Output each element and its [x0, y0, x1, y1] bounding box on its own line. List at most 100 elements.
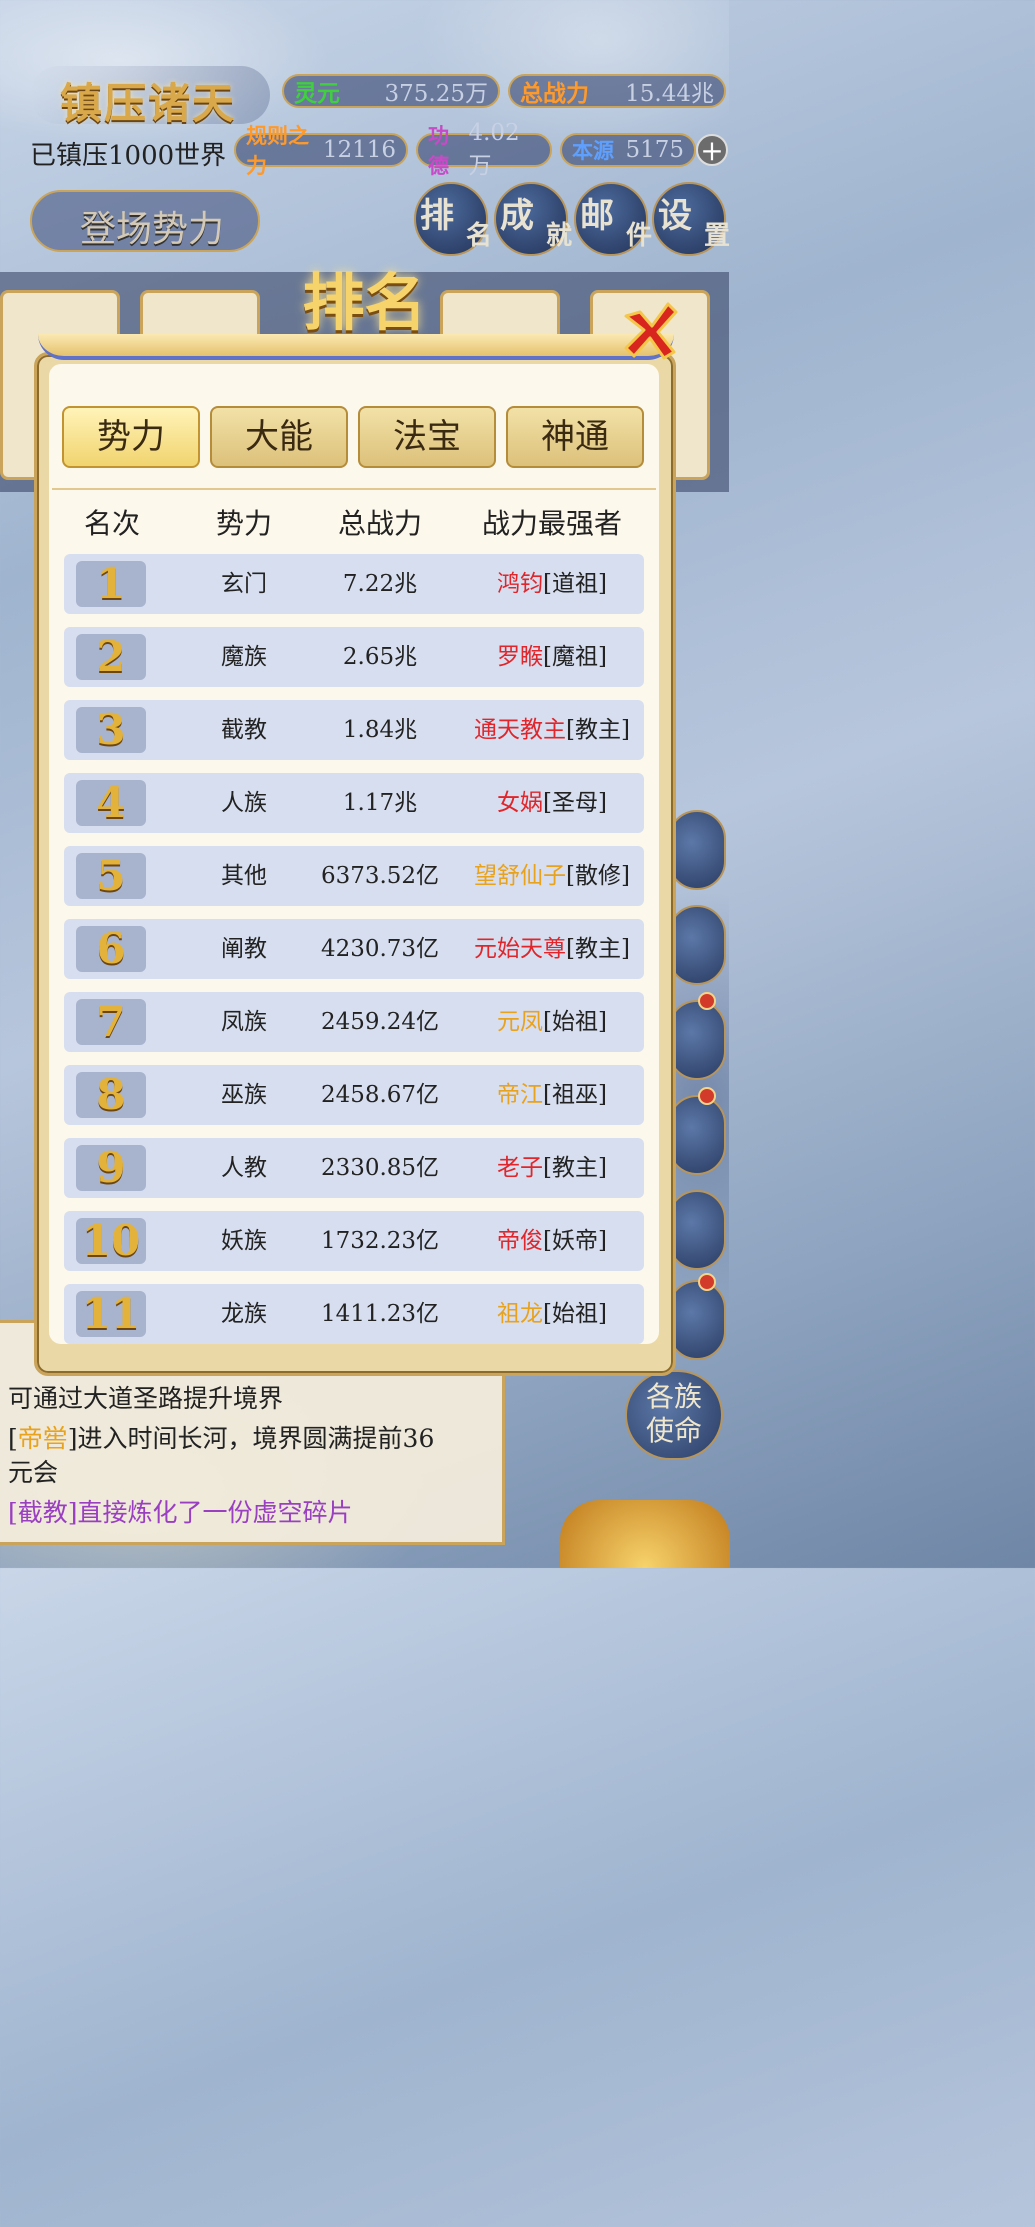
table-row[interactable]: 10 妖族 1732.23亿 帝俊[妖帝] — [64, 1211, 644, 1271]
rank-badge: 4 — [76, 780, 146, 826]
log-line: [截教]直接炼化了一份虚空碎片 — [8, 1498, 353, 1527]
side-menu-button[interactable] — [668, 1190, 726, 1270]
total-power: 1411.23亿 — [320, 1301, 440, 1327]
leader-title: [散修] — [566, 863, 630, 889]
rank-badge: 2 — [76, 634, 146, 680]
stat-merit[interactable]: 功德 4.02万 — [416, 120, 552, 179]
table-row[interactable]: 4 人族 1.17兆 女娲[圣母] — [64, 773, 644, 833]
game-title: 镇压诸天 — [60, 79, 237, 128]
col-header-force: 势力 — [215, 507, 272, 540]
force-name: 人族 — [221, 790, 267, 816]
table-row[interactable]: 11 龙族 1411.23亿 祖龙[始祖] — [64, 1284, 644, 1344]
mail-button[interactable]: 邮 件 — [574, 182, 652, 256]
table-row[interactable]: 2 魔族 2.65兆 罗睺[魔祖] — [64, 627, 644, 687]
strongest-member: 老子[教主] — [460, 1138, 644, 1198]
leader-title: [教主] — [566, 936, 630, 962]
close-button[interactable] — [618, 298, 684, 364]
total-power: 1.17兆 — [342, 790, 418, 816]
force-name: 人教 — [221, 1155, 267, 1181]
tab-skill[interactable]: 神通 — [506, 406, 644, 468]
side-menu-button[interactable] — [668, 1280, 726, 1360]
force-name: 阐教 — [221, 936, 267, 962]
stat-lingyuan[interactable]: 灵元 375.25万 — [282, 74, 500, 108]
table-row[interactable]: 8 巫族 2458.67亿 帝江[祖巫] — [64, 1065, 644, 1125]
leader-name: 罗睺 — [497, 644, 544, 670]
stat-rule-power[interactable]: 规则之力 12116 — [234, 123, 408, 178]
rank-badge: 11 — [76, 1291, 146, 1337]
strongest-member: 女娲[圣母] — [460, 773, 644, 833]
rank-badge: 7 — [76, 999, 146, 1045]
table-row[interactable]: 9 人教 2330.85亿 老子[教主] — [64, 1138, 644, 1198]
ranking-label-b: 名 — [465, 221, 492, 251]
settings-button[interactable]: 设 置 — [652, 182, 730, 256]
total-power: 2.65兆 — [342, 644, 418, 670]
table-row[interactable]: 1 玄门 7.22兆 鸿钧[道祖] — [64, 554, 644, 614]
total-power: 7.22兆 — [342, 571, 418, 597]
enter-force-button[interactable]: 登场势力 — [30, 190, 260, 252]
tab-force[interactable]: 势力 — [62, 406, 200, 468]
stat-label: 功德 — [428, 123, 449, 178]
clan-mission-button[interactable]: 各族 使命 — [625, 1370, 723, 1460]
leader-title: [始祖] — [543, 1009, 607, 1035]
log-text: ]进入时间长河，境界圆满提前36 — [67, 1424, 435, 1453]
strongest-member: 通天教主[教主] — [460, 700, 644, 760]
strongest-member: 帝俊[妖帝] — [460, 1211, 644, 1271]
strongest-member: 祖龙[始祖] — [460, 1284, 644, 1344]
tab-treasure[interactable]: 法宝 — [358, 406, 496, 468]
bottom-decoration — [560, 1500, 730, 1568]
mail-label-b: 件 — [625, 221, 652, 251]
table-row[interactable]: 7 凤族 2459.24亿 元凤[始祖] — [64, 992, 644, 1052]
table-row[interactable]: 3 截教 1.84兆 通天教主[教主] — [64, 700, 644, 760]
col-header-leader: 战力最强者 — [481, 507, 622, 540]
stat-total-power[interactable]: 总战力 15.44兆 — [508, 74, 726, 108]
stat-label: 总战力 — [520, 80, 589, 107]
side-menu-button[interactable] — [668, 905, 726, 985]
achievement-label-a: 成 — [500, 196, 534, 236]
leader-name: 通天教主 — [474, 717, 567, 743]
table-row[interactable]: 6 阐教 4230.73亿 元始天尊[教主] — [64, 919, 644, 979]
leader-name: 老子 — [497, 1155, 544, 1181]
col-header-power: 总战力 — [337, 507, 422, 540]
force-name: 其他 — [221, 863, 267, 889]
rank-badge: 6 — [76, 926, 146, 972]
mail-label-a: 邮 — [580, 196, 614, 236]
strongest-member: 元凤[始祖] — [460, 992, 644, 1052]
notification-dot — [698, 1273, 716, 1291]
leader-name: 女娲 — [497, 790, 544, 816]
rank-badge: 5 — [76, 853, 146, 899]
ranking-button[interactable]: 排 名 — [414, 182, 492, 256]
side-menu-button[interactable] — [668, 1000, 726, 1080]
leader-title: [祖巫] — [543, 1082, 607, 1108]
side-menu-button[interactable] — [668, 1095, 726, 1175]
force-name: 魔族 — [221, 644, 267, 670]
rank-badge: 9 — [76, 1145, 146, 1191]
leader-title: [始祖] — [543, 1301, 607, 1327]
stat-label: 灵元 — [294, 80, 340, 107]
stat-label: 规则之力 — [246, 123, 309, 178]
clan-mission-label: 各族 — [645, 1380, 702, 1413]
stat-origin[interactable]: 本源 5175 — [560, 133, 696, 167]
ranking-label-a: 排 — [420, 196, 454, 236]
rank-badge: 1 — [76, 561, 146, 607]
achievement-button[interactable]: 成 就 — [494, 182, 572, 256]
plus-icon[interactable]: + — [696, 134, 728, 166]
strongest-member: 鸿钧[道祖] — [460, 554, 644, 614]
total-power: 1732.23亿 — [320, 1228, 440, 1254]
table-row[interactable]: 5 其他 6373.52亿 望舒仙子[散修] — [64, 846, 644, 906]
side-menu-button[interactable] — [668, 810, 726, 890]
leader-title: [道祖] — [543, 571, 607, 597]
leader-name: 祖龙 — [497, 1301, 544, 1327]
tab-master[interactable]: 大能 — [210, 406, 348, 468]
leader-name: 元凤 — [497, 1009, 544, 1035]
enter-force-label: 登场势力 — [80, 209, 225, 250]
leader-name: 望舒仙子 — [474, 863, 567, 889]
rank-badge: 3 — [76, 707, 146, 753]
strongest-member: 帝江[祖巫] — [460, 1065, 644, 1125]
achievement-label-b: 就 — [545, 221, 572, 251]
stat-value: 5175 — [625, 137, 684, 163]
rank-badge: 10 — [76, 1218, 146, 1264]
total-power: 4230.73亿 — [320, 936, 440, 962]
strongest-member: 罗睺[魔祖] — [460, 627, 644, 687]
force-name: 妖族 — [221, 1228, 267, 1254]
settings-label-a: 设 — [658, 196, 692, 236]
